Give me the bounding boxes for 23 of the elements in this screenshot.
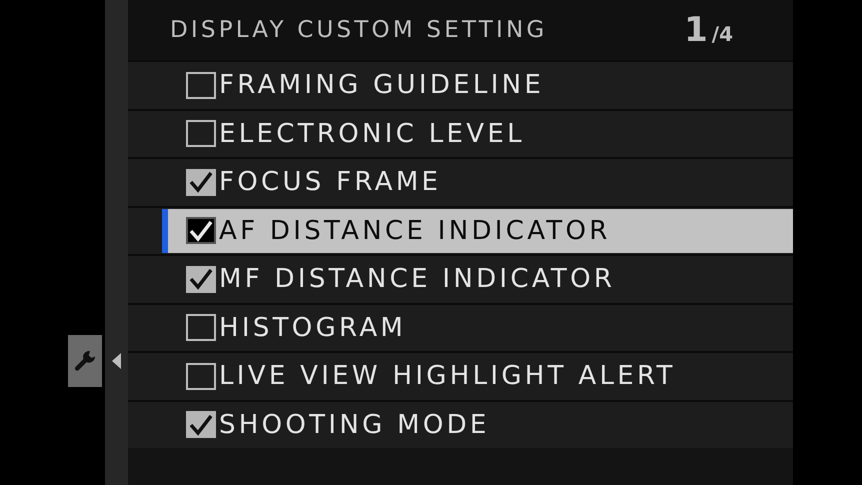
menu-item-label: HISTOGRAM <box>219 314 406 341</box>
page-number: 1 <box>684 8 708 52</box>
wrench-tab[interactable] <box>68 335 102 387</box>
menu-item-label: FRAMING GUIDELINE <box>219 72 544 98</box>
highlighted-menu-row[interactable]: AF DISTANCE INDICATOR <box>162 208 793 253</box>
checkbox[interactable] <box>186 314 216 342</box>
wrench-icon <box>73 349 97 373</box>
menu-item-label: SHOOTING MODE <box>219 412 490 438</box>
checkbox[interactable] <box>186 411 216 438</box>
checkbox[interactable] <box>186 217 216 244</box>
checkbox[interactable] <box>186 120 216 148</box>
page-total: /4 <box>712 20 733 48</box>
checkbox[interactable] <box>186 72 216 99</box>
menu-item-label: LIVE VIEW HIGHLIGHT ALERT <box>219 363 676 390</box>
checkbox[interactable] <box>186 362 216 390</box>
menu-item-label: ELECTRONIC LEVEL <box>219 120 525 147</box>
checkbox[interactable] <box>186 266 216 293</box>
checkbox[interactable] <box>186 168 216 196</box>
menu-item-label: FOCUS FRAME <box>219 169 442 196</box>
menu-item-label: MF DISTANCE INDICATOR <box>219 266 616 292</box>
menu-item-label: AF DISTANCE INDICATOR <box>219 218 611 244</box>
menu-title: DISPLAY CUSTOM SETTING <box>170 16 548 45</box>
left-arrow-icon <box>112 353 121 369</box>
